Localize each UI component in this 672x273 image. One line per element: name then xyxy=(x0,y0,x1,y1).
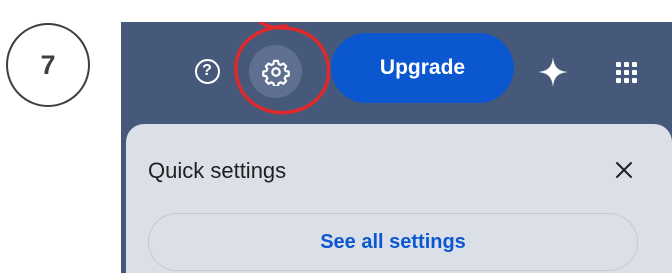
help-glyph: ? xyxy=(202,62,212,79)
gear-icon xyxy=(261,59,290,86)
upgrade-button[interactable]: Upgrade xyxy=(331,33,514,103)
settings-button[interactable] xyxy=(249,45,302,98)
help-circle-icon: ? xyxy=(194,58,220,84)
close-icon xyxy=(616,162,632,178)
tutorial-step-screenshot: 7 ? Upgrade Quick settings See all setti… xyxy=(0,0,672,273)
gemini-button[interactable] xyxy=(531,50,575,94)
quick-settings-panel: Quick settings See all settings xyxy=(126,124,672,273)
help-button[interactable]: ? xyxy=(184,48,230,94)
step-number-badge: 7 xyxy=(6,23,90,107)
gmail-header-bar: ? Upgrade Quick settings See all setting… xyxy=(121,22,672,273)
close-button[interactable] xyxy=(608,154,640,186)
step-number: 7 xyxy=(40,49,56,80)
apps-grid-icon xyxy=(615,61,637,83)
sparkle-icon xyxy=(538,57,568,87)
quick-settings-title: Quick settings xyxy=(148,158,287,183)
see-all-settings-button[interactable]: See all settings xyxy=(148,213,638,271)
google-apps-button[interactable] xyxy=(604,50,648,94)
